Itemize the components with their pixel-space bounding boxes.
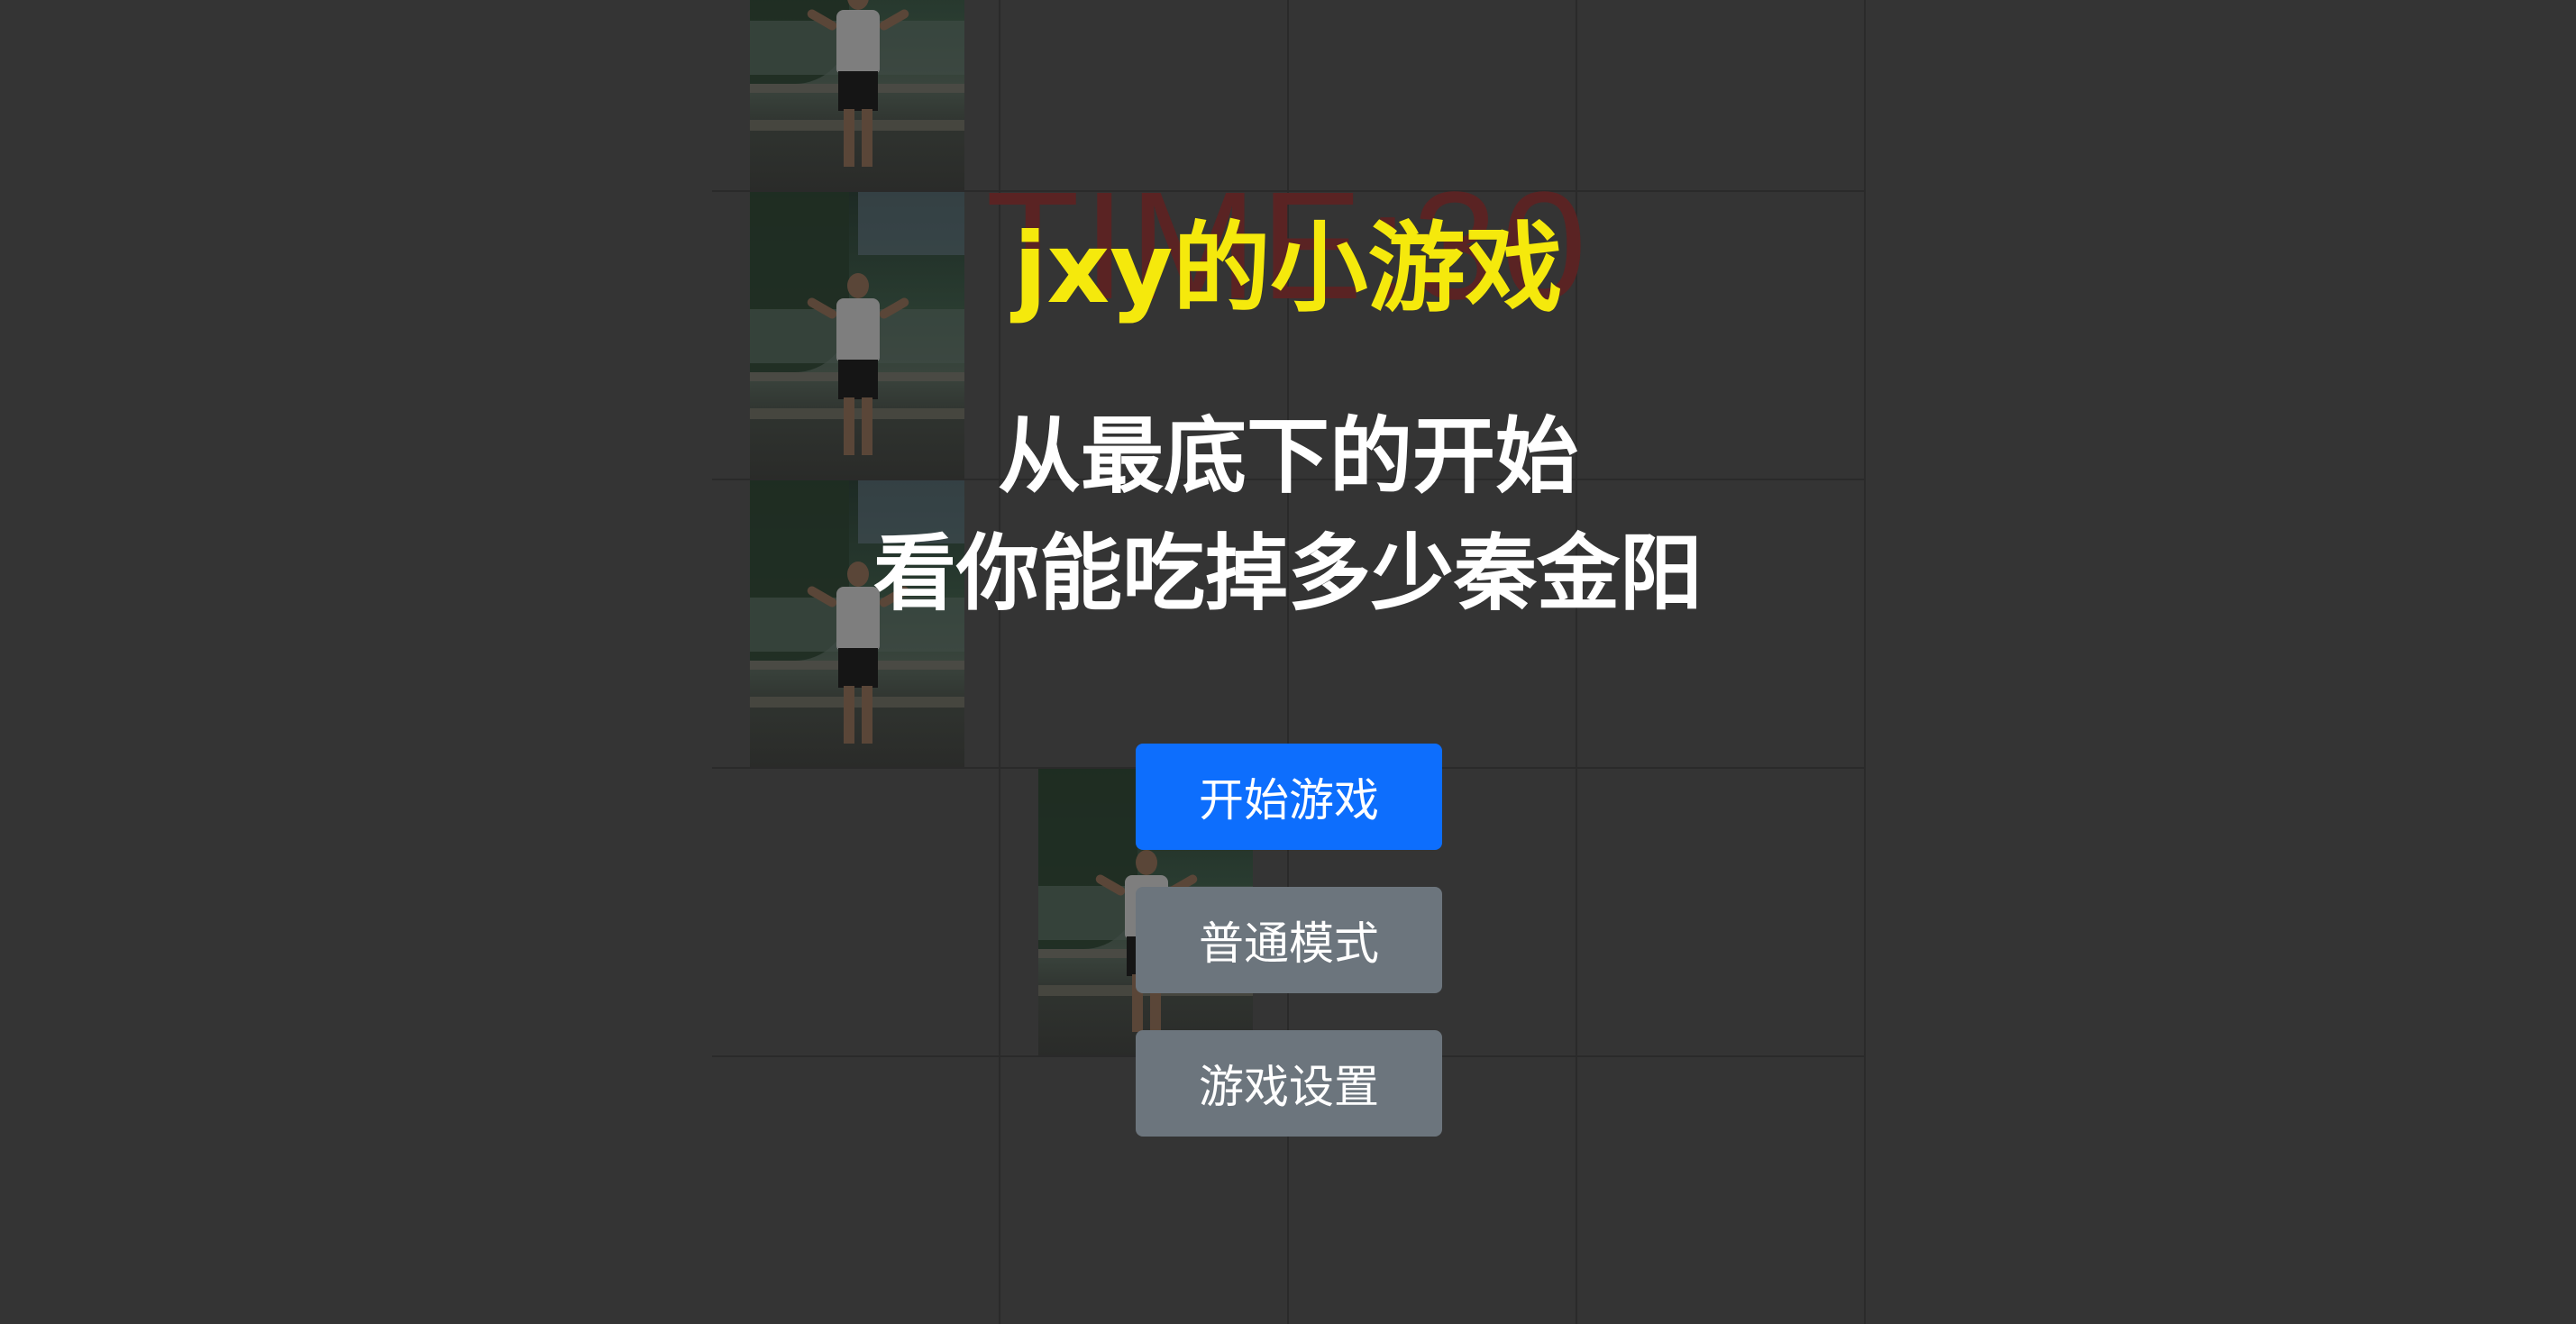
start-menu-overlay: jxy的小游戏 从最底下的开始 看你能吃掉多少秦金阳 开始游戏 普通模式 游戏设… xyxy=(0,0,2576,1324)
game-settings-button[interactable]: 游戏设置 xyxy=(1136,1030,1442,1137)
instruction-line-1: 从最底下的开始 xyxy=(997,408,1578,505)
game-title: jxy的小游戏 xyxy=(1013,213,1563,325)
start-game-button[interactable]: 开始游戏 xyxy=(1136,744,1442,850)
instruction-line-2: 看你能吃掉多少秦金阳 xyxy=(872,525,1703,622)
game-stage: TIME:30 jxy的小游戏 从最底下的开始 看你能吃掉多少秦金阳 开始游戏 … xyxy=(0,0,2576,1324)
mode-select-button[interactable]: 普通模式 xyxy=(1136,887,1442,993)
